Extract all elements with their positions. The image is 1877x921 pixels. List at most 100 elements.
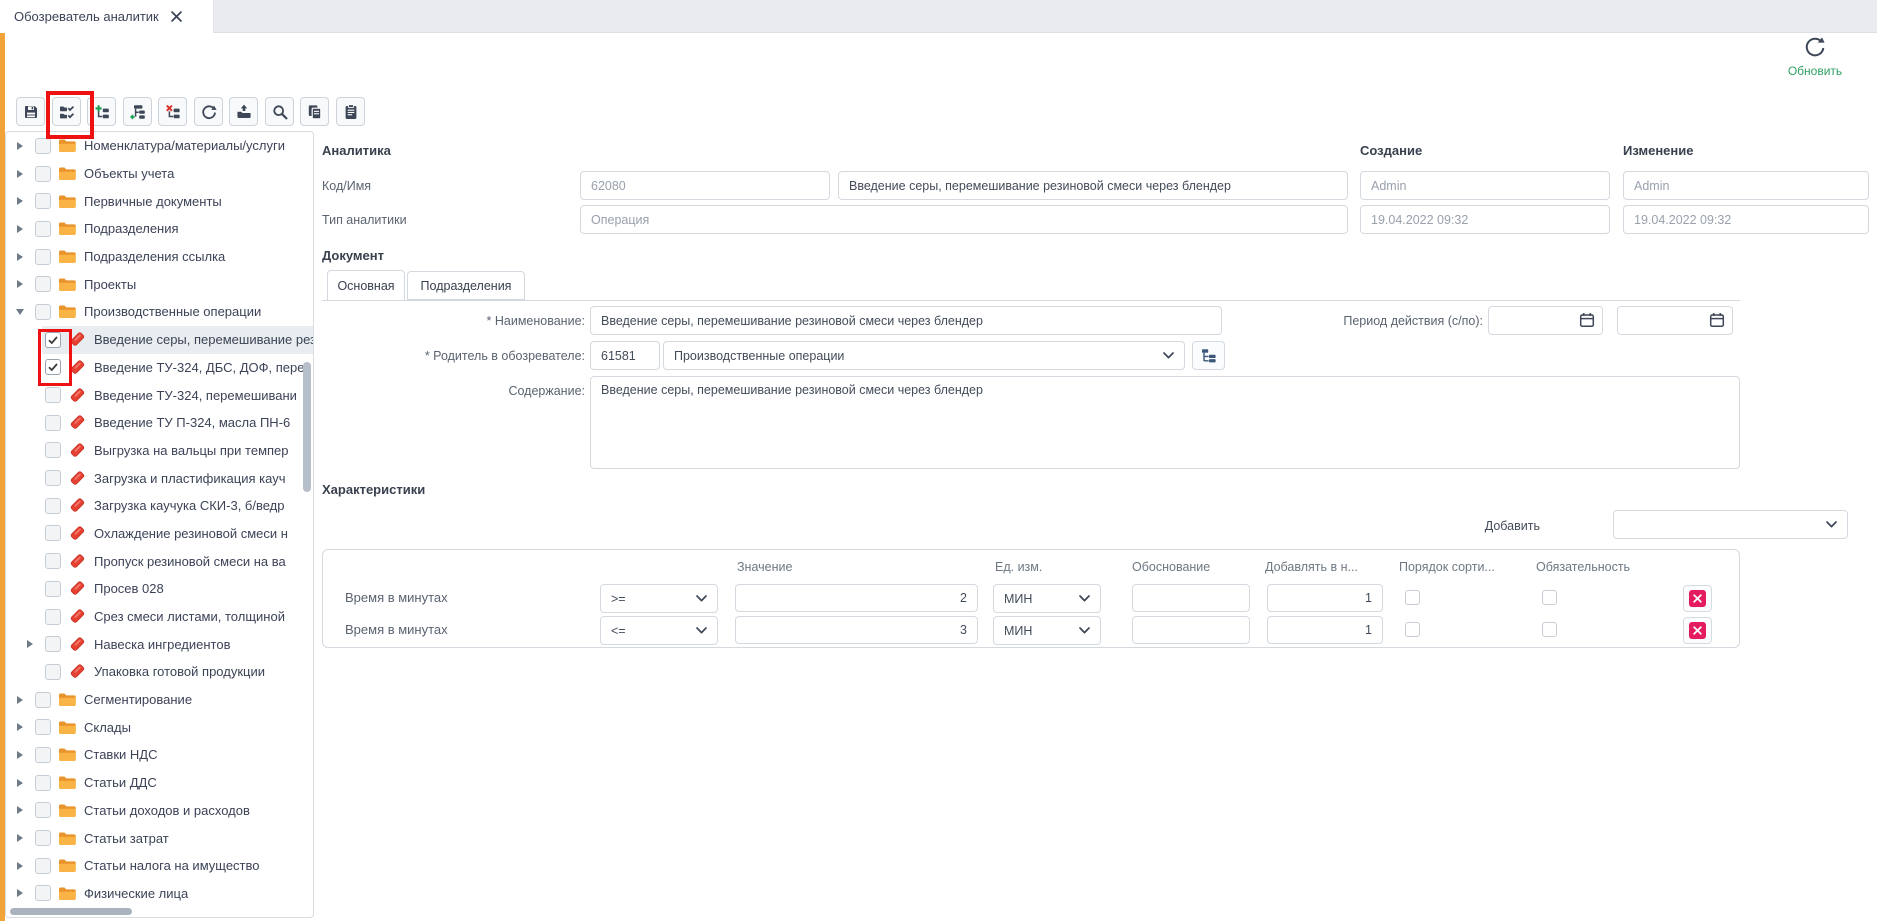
tree-item[interactable]: Ставки НДС [6,741,313,769]
tree-item[interactable]: Введение ТУ П-324, масла ПН-6 [6,409,313,437]
tree-item[interactable]: Введение ТУ-324, перемешивани [6,381,313,409]
operator-select[interactable]: >= [600,584,718,613]
tree-item[interactable]: Охлаждение резиновой смеси н [6,520,313,548]
tree-checkbox[interactable] [35,304,51,320]
tree-checkbox[interactable] [45,664,61,680]
tree-item[interactable]: Срез смеси листами, толщиной [6,603,313,631]
tree-checkbox[interactable] [45,636,61,652]
tree-item[interactable]: Номенклатура/материалы/услуги [6,132,313,160]
tree-item[interactable]: Статьи доходов и расходов [6,797,313,825]
tree-checkbox[interactable] [45,553,61,569]
add-characteristic-select[interactable] [1613,510,1848,539]
expand-arrow-icon[interactable] [12,142,28,150]
search-button[interactable] [265,97,294,126]
tree-checkbox[interactable] [35,858,51,874]
tree-item[interactable]: Введение серы, перемешивание резиновой с… [6,326,313,354]
period-from-field[interactable] [1488,306,1603,335]
tree-item-label[interactable]: Статьи доходов и расходов [84,803,250,818]
name-field[interactable] [838,171,1348,200]
tree-item-label[interactable]: Загрузка каучука СКИ-3, б/ведр [94,498,285,513]
operator-select[interactable]: <= [600,616,718,645]
content-field[interactable]: Введение серы, перемешивание резиновой с… [590,376,1740,469]
tree-item-label[interactable]: Выгрузка на вальцы при темпер [94,443,289,458]
tree-item-label[interactable]: Введение ТУ П-324, масла ПН-6 [94,415,290,430]
tree-item-label[interactable]: Склады [84,720,131,735]
add-item-button[interactable] [87,97,116,126]
calendar-icon[interactable] [1579,312,1595,328]
tree-item[interactable]: Производственные операции [6,298,313,326]
parent-select[interactable]: Производственные операции [663,341,1185,370]
tree-item-label[interactable]: Статьи затрат [84,831,169,846]
tab-analytics-explorer[interactable]: Обозреватель аналитик [0,0,214,33]
tree-checkbox[interactable] [35,221,51,237]
justification-field[interactable] [1132,616,1250,644]
expand-arrow-icon[interactable] [12,723,28,731]
expand-arrow-icon[interactable] [12,253,28,261]
tree-checkbox[interactable] [35,719,51,735]
expand-arrow-icon[interactable] [12,225,28,233]
tree-checkbox[interactable] [35,885,51,901]
tree-item-label[interactable]: Ставки НДС [84,747,157,762]
tree-item-label[interactable]: Упаковка готовой продукции [94,664,265,679]
analytics-type-field[interactable] [580,205,1348,234]
tree-item[interactable]: Проекты [6,270,313,298]
tree-item-label[interactable]: Введение ТУ-324, перемешивани [94,388,297,403]
remove-item-button[interactable] [158,97,187,126]
parent-code-field[interactable] [590,341,660,370]
add-in-field[interactable] [1267,584,1383,612]
expand-arrow-icon[interactable] [12,170,28,178]
tree-item[interactable]: Статьи затрат [6,824,313,852]
unit-select[interactable]: МИН [993,584,1101,613]
tree-checkbox[interactable] [45,609,61,625]
paste-button[interactable] [336,97,365,126]
required-checkbox[interactable] [1542,622,1557,637]
tree-item-label[interactable]: Навеска ингредиентов [94,637,230,652]
delete-row-button[interactable] [1683,585,1712,612]
tree-item-label[interactable]: Номенклатура/материалы/услуги [84,138,285,153]
tree-item[interactable]: Объекты учета [6,160,313,188]
tree-item-label[interactable]: Сегментирование [84,692,192,707]
code-field[interactable] [580,171,830,200]
tree-item-label[interactable]: Подразделения [84,221,179,236]
tree-item[interactable]: Введение ТУ-324, ДБС, ДОФ, пере [6,354,313,382]
tree-checkbox[interactable] [35,249,51,265]
tree-item-label[interactable]: Физические лица [84,886,188,901]
tree-checkbox[interactable] [45,359,61,375]
tree-item-label[interactable]: Объекты учета [84,166,174,181]
refresh-tree-button[interactable] [194,97,223,126]
tree-item[interactable]: Физические лица [6,880,313,908]
tree-item-label[interactable]: Статьи налога на имущество [84,858,260,873]
tree-item-label[interactable]: Первичные документы [84,194,222,209]
tree-item[interactable]: Склады [6,713,313,741]
tree-item[interactable]: Загрузка и пластификация кауч [6,464,313,492]
calendar-icon[interactable] [1709,312,1725,328]
tree-checkbox[interactable] [45,442,61,458]
tab-main[interactable]: Основная [327,270,405,301]
tree-item-label[interactable]: Проекты [84,277,136,292]
tree-checkbox[interactable] [35,775,51,791]
close-icon[interactable] [171,11,182,22]
tree-checkbox[interactable] [35,193,51,209]
delete-row-button[interactable] [1683,617,1712,644]
tree-checkbox[interactable] [35,802,51,818]
expand-arrow-icon[interactable] [12,779,28,787]
tree-checkbox[interactable] [35,166,51,182]
horizontal-scrollbar[interactable] [10,908,132,915]
vertical-scrollbar[interactable] [303,362,311,492]
tree-item[interactable]: Подразделения ссылка [6,243,313,271]
period-to-field[interactable] [1617,306,1733,335]
tree-item[interactable]: Выгрузка на вальцы при темпер [6,437,313,465]
tree-checkbox[interactable] [45,470,61,486]
tree-item[interactable]: Навеска ингредиентов [6,630,313,658]
tree-checkbox[interactable] [35,138,51,154]
modified-at-field[interactable] [1623,205,1869,234]
tree-item[interactable]: Статьи налога на имущество [6,852,313,880]
expand-arrow-icon[interactable] [12,806,28,814]
tree-checkbox[interactable] [35,276,51,292]
expand-arrow-icon[interactable] [12,834,28,842]
refresh-button[interactable]: Обновить [1775,35,1855,78]
expand-arrow-icon[interactable] [22,640,38,648]
expand-arrow-icon[interactable] [12,751,28,759]
value-field[interactable] [735,616,978,644]
collapse-arrow-icon[interactable] [12,309,28,315]
